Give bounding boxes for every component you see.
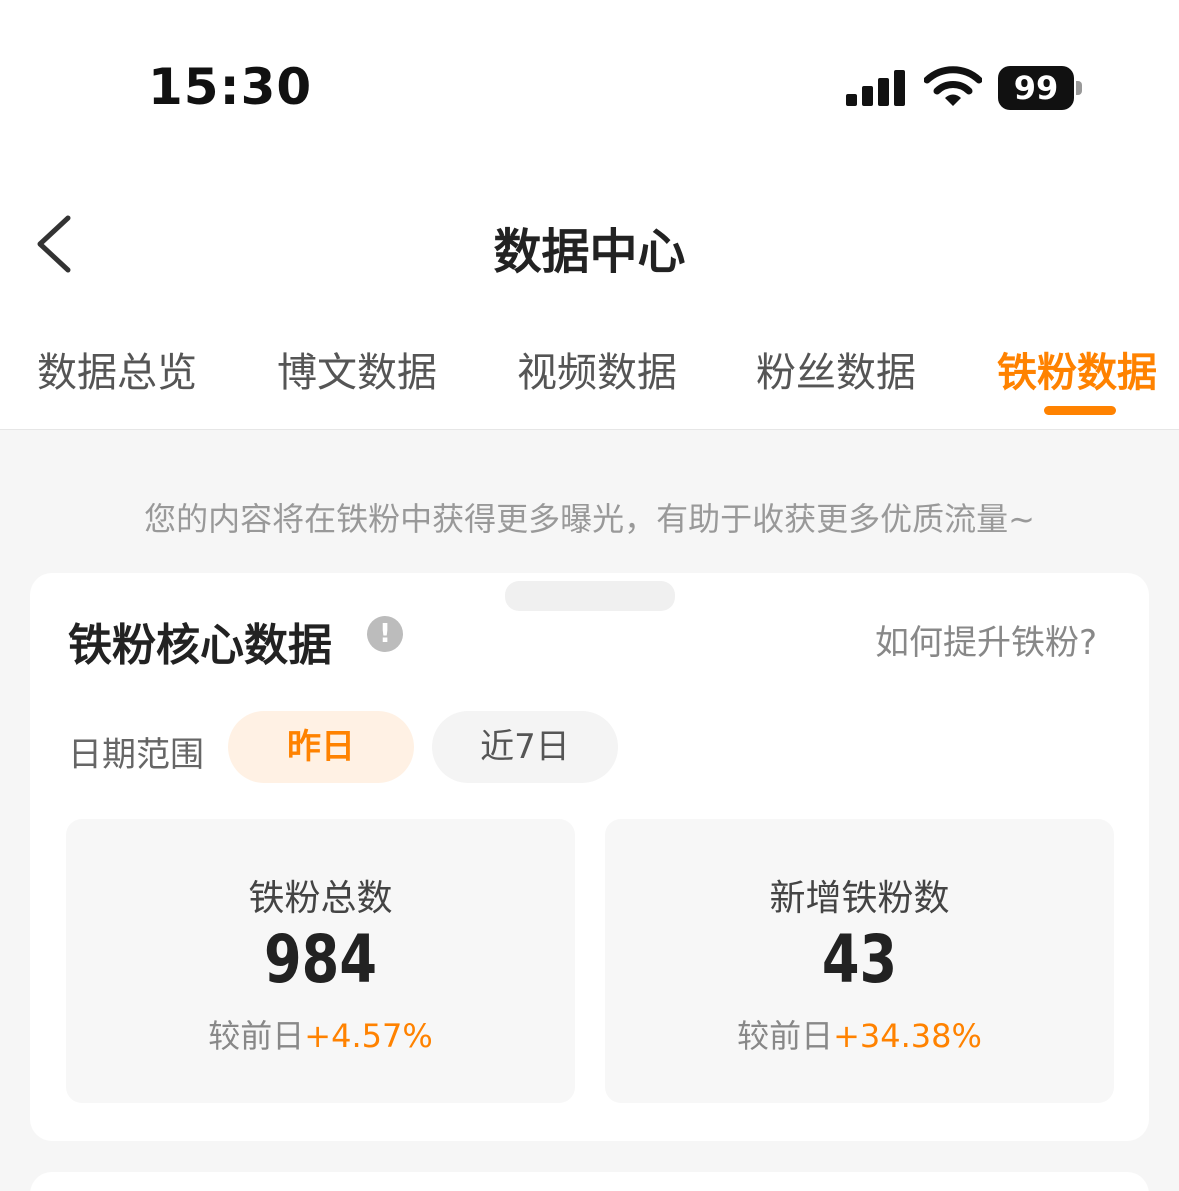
tab-fans[interactable]: 粉丝数据	[756, 340, 916, 398]
help-link[interactable]: 如何提升铁粉?	[875, 615, 1097, 664]
date-range-label: 日期范围	[68, 735, 204, 775]
compare-prefix: 较前日	[208, 1017, 305, 1055]
blurred-watermark	[505, 581, 675, 611]
info-icon[interactable]: !	[367, 616, 403, 652]
stat-value: 984	[264, 921, 377, 998]
stat-label: 铁粉总数	[248, 878, 393, 919]
tab-videos[interactable]: 视频数据	[517, 340, 677, 398]
cellular-signal-icon	[846, 70, 906, 106]
stat-compare: 较前日+34.38%	[605, 1011, 1114, 1057]
next-card	[30, 1172, 1149, 1191]
active-tab-indicator	[1044, 406, 1116, 415]
compare-value: +4.57%	[304, 1017, 433, 1055]
tab-posts[interactable]: 博文数据	[277, 340, 437, 398]
stat-label: 新增铁粉数	[769, 878, 950, 919]
stat-value: 43	[821, 921, 898, 998]
compare-value: +34.38%	[833, 1017, 982, 1055]
stat-compare: 较前日+4.57%	[66, 1011, 575, 1057]
status-time: 15:30	[148, 58, 313, 116]
stat-new-iron-fans: 新增铁粉数 43 较前日+34.38%	[605, 819, 1114, 1103]
tab-overview[interactable]: 数据总览	[37, 340, 197, 398]
core-data-card: 铁粉核心数据 ! 如何提升铁粉? 日期范围 昨日 近7日 铁粉总数 984 较前…	[30, 573, 1149, 1141]
battery-level: 99	[998, 66, 1074, 110]
tab-iron-fans[interactable]: 铁粉数据	[997, 340, 1157, 398]
page-title: 数据中心	[493, 224, 686, 280]
battery-icon: 99	[998, 66, 1082, 110]
wifi-icon	[924, 66, 982, 106]
divider	[0, 429, 1179, 430]
card-title: 铁粉核心数据	[68, 620, 332, 671]
notice-text: 您的内容将在铁粉中获得更多曝光，有助于收获更多优质流量~	[144, 500, 1035, 538]
range-yesterday-button[interactable]: 昨日	[228, 711, 414, 783]
compare-prefix: 较前日	[737, 1017, 834, 1055]
range-7days-button[interactable]: 近7日	[432, 711, 618, 783]
stat-total-iron-fans: 铁粉总数 984 较前日+4.57%	[66, 819, 575, 1103]
